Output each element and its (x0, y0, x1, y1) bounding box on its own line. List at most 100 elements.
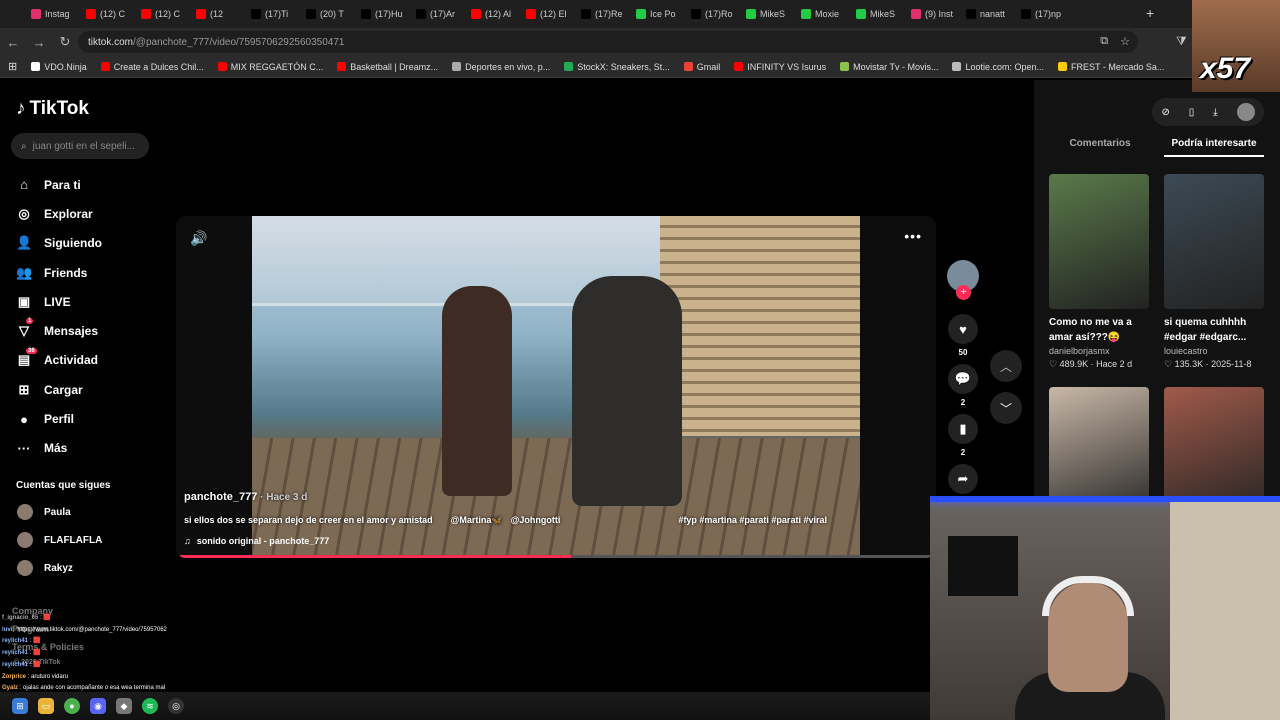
nav-item-icon: ⌂ (20, 177, 28, 193)
sidebar-item-actividad[interactable]: ▤ 36 Actividad (16, 346, 102, 375)
browser-tab[interactable]: nanatt (963, 3, 1016, 25)
browser-tab[interactable]: MikeS (853, 3, 906, 25)
sidebar-item-friends[interactable]: 👥 Friends (16, 258, 102, 287)
video-thumbnail[interactable] (1164, 174, 1264, 309)
obs-icon[interactable]: ◎ (168, 698, 184, 714)
apps-grid-icon[interactable]: ⊞ (8, 60, 17, 73)
like-heart-icon[interactable]: ♥ (948, 314, 978, 344)
sidebar-item-para-ti[interactable]: ⌂ Para ti (16, 170, 102, 199)
sidebar-item-cargar[interactable]: ⊞ Cargar (16, 375, 102, 404)
bookmark-item[interactable]: Deportes en vivo, p... (452, 62, 550, 72)
browser-tab[interactable]: (17)Ti (248, 3, 301, 25)
browser-tab[interactable]: Ice Po (633, 3, 686, 25)
back-icon[interactable]: ← (0, 35, 26, 50)
author-avatar[interactable]: + (947, 260, 979, 300)
app-icon[interactable]: ◆ (116, 698, 132, 714)
bookmark-item[interactable]: Create a Dulces Chil... (100, 62, 204, 72)
browser-tab[interactable]: (9) Inst (908, 3, 961, 25)
browser-tab[interactable]: (12) C (83, 3, 136, 25)
download-icon[interactable]: ⤓ (1213, 107, 1217, 118)
bookmark-item[interactable]: Gmail (683, 62, 720, 72)
install-icon[interactable]: ⧉ (1100, 35, 1108, 48)
recommended-video-card[interactable]: Como no me va a amar así???😝 danielborjas… (1049, 174, 1149, 370)
bookmark-item[interactable]: VDO.Ninja (31, 62, 87, 72)
bookmark-star-icon[interactable]: ☆ (1120, 35, 1130, 48)
forward-icon[interactable]: → (26, 35, 52, 50)
scroll-down-icon[interactable]: ﹀ (990, 392, 1022, 424)
more-options-icon[interactable]: ••• (904, 228, 922, 244)
bookmark-item[interactable]: Movistar Tv - Movis... (840, 62, 938, 72)
browser-tab[interactable]: (17)Ro (688, 3, 741, 25)
chat-text: 🟥 (43, 615, 51, 621)
mention-1[interactable]: @Martina🦋 (451, 515, 503, 526)
video-author[interactable]: panchote_777 (184, 491, 257, 503)
spotify-icon[interactable]: ≋ (142, 698, 158, 714)
browser-tab[interactable]: (17)Hu (358, 3, 411, 25)
my-avatar[interactable] (1236, 103, 1255, 121)
tab-favicon-icon (471, 9, 481, 19)
browser-tab[interactable]: (20) T (303, 3, 356, 25)
followed-account[interactable]: Rakyz (17, 560, 73, 576)
browser-tab[interactable]: (17)np (1018, 3, 1071, 25)
chrome-icon[interactable]: ● (64, 698, 80, 714)
browser-tab[interactable]: (12) Al (468, 3, 521, 25)
video-progress-bar[interactable] (180, 555, 932, 558)
scroll-up-icon[interactable]: ︿ (990, 350, 1022, 382)
sidebar-item-live[interactable]: ▣ LIVE (16, 287, 102, 316)
card-date: 2025-11-8 (1211, 359, 1252, 369)
chat-username: luvi (2, 626, 13, 633)
comment-icon[interactable]: 💬 (948, 364, 978, 394)
recommended-video-card[interactable]: si quema cuhhhh #edgar #edgarc... louieca… (1164, 174, 1264, 370)
share-icon[interactable]: ➦ (948, 464, 978, 494)
card-author[interactable]: danielborjasmx (1049, 346, 1149, 356)
emote-overlay: x57 (1192, 0, 1280, 92)
mention-2[interactable]: @Johngotti (511, 515, 561, 526)
sidebar-item-más[interactable]: ··· Más (16, 434, 102, 463)
bookmark-item[interactable]: INFINITY VS Isurus (734, 62, 826, 72)
follow-plus-icon[interactable]: + (956, 285, 971, 300)
bookmark-item[interactable]: StockX: Sneakers, St... (564, 62, 670, 72)
bookmark-item[interactable]: Lootie.com: Open... (952, 62, 1044, 72)
browser-tab[interactable]: (12) El (523, 3, 576, 25)
tab-comments[interactable]: Comentarios (1050, 138, 1150, 157)
tab-favicon-icon (526, 9, 536, 19)
sidebar-item-perfil[interactable]: ● Perfil (16, 404, 102, 433)
device-icon[interactable]: ▯ (1189, 107, 1195, 118)
tab-recommended[interactable]: Podría interesarte (1164, 138, 1264, 157)
sidebar-item-explorar[interactable]: ◎ Explorar (16, 199, 102, 228)
browser-tab[interactable]: Moxie (798, 3, 851, 25)
url-field[interactable]: tiktok.com/@panchote_777/video/759570629… (78, 31, 1138, 53)
browser-tab[interactable]: (12 (193, 3, 246, 25)
compass-icon[interactable]: ⊘ (1161, 107, 1169, 118)
video-frame[interactable] (252, 216, 860, 558)
search-input[interactable]: ⌕ juan gotti en el sepeli... (11, 133, 149, 159)
bookmark-item[interactable]: MIX REGGAETÓN C... (217, 62, 323, 72)
bookmark-item[interactable]: FREST - Mercado Sa... (1058, 62, 1164, 72)
tiktok-logo[interactable]: ♪ TikTok (16, 98, 89, 120)
browser-tab[interactable]: (17)Ar (413, 3, 466, 25)
hashtags[interactable]: #fyp #martina #parati #parati #viral (678, 515, 827, 526)
followed-account[interactable]: Paula (17, 504, 71, 520)
browser-tab[interactable]: (12) C (138, 3, 191, 25)
new-tab-button[interactable]: + (1146, 5, 1154, 21)
discord-icon[interactable]: ◉ (90, 698, 106, 714)
extensions-icon[interactable]: ⧩ (1176, 34, 1187, 49)
bookmark-item[interactable]: Basketball | Dreamz... (337, 62, 438, 72)
chat-message: luvi : https://www.tiktok.com/@panchote_… (2, 626, 167, 633)
video-thumbnail[interactable] (1049, 174, 1149, 309)
browser-tab[interactable]: Instag (28, 3, 81, 25)
followed-account[interactable]: FLAFLAFLA (17, 532, 102, 548)
volume-icon[interactable]: 🔊 (190, 230, 207, 247)
video-sound[interactable]: ♫ sonido original - panchote_777 (184, 536, 329, 546)
reload-icon[interactable]: ↻ (52, 34, 78, 50)
sidebar-item-mensajes[interactable]: ▽ 1 Mensajes (16, 316, 102, 345)
bookmark-icon[interactable]: ▮ (948, 414, 978, 444)
sidebar-item-siguiendo[interactable]: 👤 Siguiendo (16, 229, 102, 258)
video-player[interactable]: 🔊 ••• panchote_777 · Hace 3 d si ellos d… (176, 216, 936, 558)
browser-tab[interactable]: (17)Re (578, 3, 631, 25)
tab-label: Instag (45, 9, 70, 19)
windows-start-icon[interactable]: ⊞ (12, 698, 28, 714)
card-author[interactable]: louiecastro (1164, 346, 1264, 356)
file-explorer-icon[interactable]: ▭ (38, 698, 54, 714)
browser-tab[interactable]: MikeS (743, 3, 796, 25)
